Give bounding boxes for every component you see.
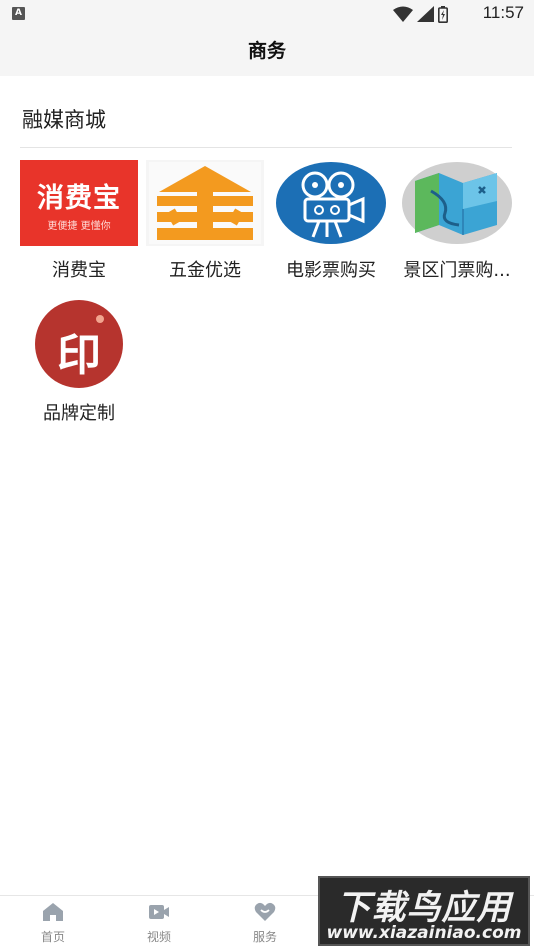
tab-service[interactable]: 服务 (212, 896, 318, 950)
tab-label: 首页 (40, 930, 65, 944)
notification-a-icon: A (12, 7, 25, 20)
section-title: 融媒商城 (22, 108, 106, 132)
watermark-title: 下载鸟应用 (336, 888, 512, 928)
heart-icon (254, 902, 276, 921)
xiaofeibao-logo: 消费宝 更便捷 更懂你 (20, 160, 138, 246)
section-divider (20, 147, 512, 148)
watermark-url: www.xiazainiao.com (326, 923, 522, 943)
signal-icon (417, 6, 434, 22)
status-time: 11:57 (482, 3, 524, 22)
mall-item-label: 消费宝 (52, 260, 106, 281)
video-icon (149, 905, 169, 919)
home-icon (43, 903, 63, 921)
watermark-logo: 下载鸟应用 www.xiazainiao.com (318, 876, 530, 946)
mall-item-scenic-ticket[interactable]: 景区门票购... (394, 160, 520, 290)
mall-item-wujin[interactable]: 五金优选 (142, 160, 268, 290)
mall-item-label: 景区门票购... (403, 260, 511, 281)
mall-item-xiaofeibao[interactable]: 消费宝 更便捷 更懂你 消费宝 (16, 160, 142, 290)
map-icon (402, 162, 512, 244)
page-header: 商务 (0, 28, 534, 76)
status-icons (393, 5, 448, 23)
tab-label: 服务 (252, 930, 277, 944)
gold-character-icon (149, 162, 261, 244)
mall-item-brand-custom[interactable]: 印 品牌定制 (16, 300, 142, 431)
movie-ticket-logo (272, 160, 390, 246)
mall-item-label: 品牌定制 (43, 403, 115, 424)
wujin-logo (146, 160, 264, 246)
brand-custom-logo: 印 (20, 300, 138, 388)
wifi-icon (393, 6, 413, 22)
page-title: 商务 (247, 40, 286, 62)
tab-label: 视频 (146, 930, 171, 944)
film-camera-icon (276, 162, 386, 244)
tab-video[interactable]: 视频 (106, 896, 212, 950)
scenic-ticket-logo (398, 160, 516, 246)
mall-item-label: 五金优选 (169, 260, 241, 281)
tab-home[interactable]: 首页 (0, 896, 106, 950)
battery-icon (438, 5, 448, 23)
mall-item-label: 电影票购买 (286, 260, 376, 281)
status-bar: A 11:57 (0, 0, 534, 28)
mall-item-movie-ticket[interactable]: 电影票购买 (268, 160, 394, 290)
